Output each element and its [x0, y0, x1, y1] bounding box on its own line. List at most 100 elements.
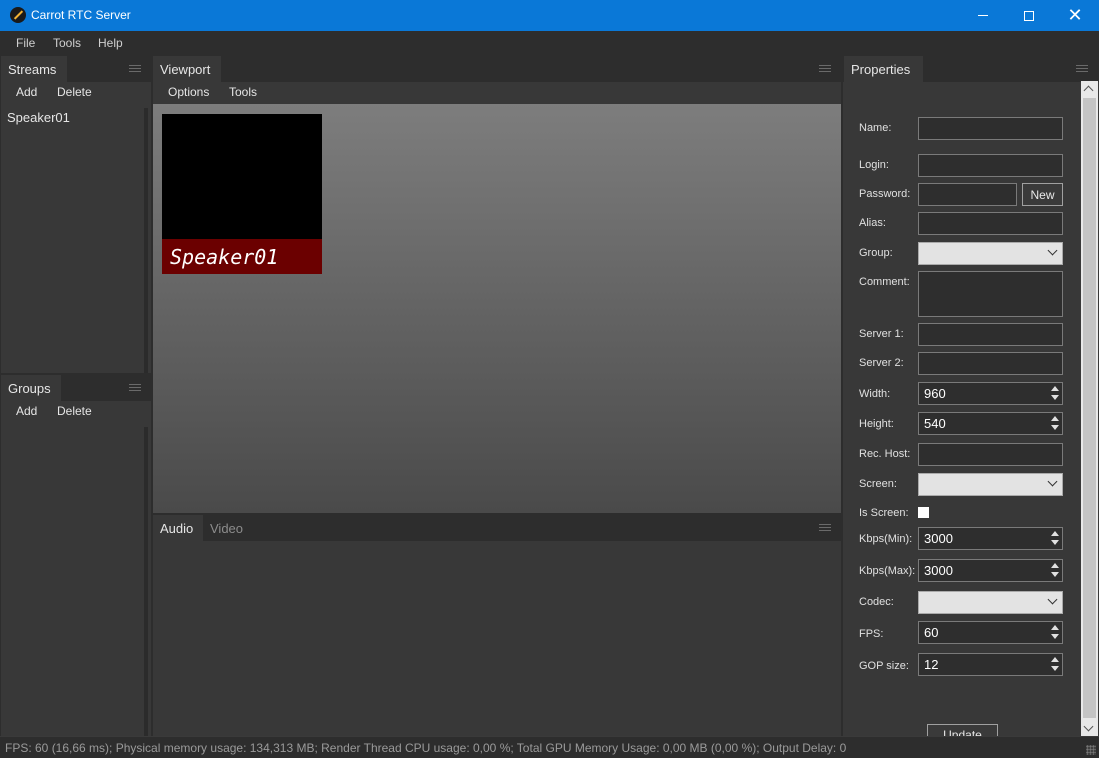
stream-list-item[interactable]: Speaker01 [7, 110, 70, 125]
fps-value: 60 [924, 625, 939, 640]
maximize-button[interactable] [1006, 0, 1052, 31]
streams-add-button[interactable]: Add [16, 85, 37, 99]
title-bar: Carrot RTC Server ✕ [0, 0, 1099, 31]
alias-field[interactable] [918, 212, 1063, 235]
menu-tools[interactable]: Tools [53, 36, 81, 50]
menu-file[interactable]: File [16, 36, 35, 50]
gop-size-stepper[interactable]: 12 [918, 653, 1063, 676]
panel-menu-icon[interactable] [819, 65, 831, 72]
spin-buttons-icon[interactable] [1049, 414, 1061, 433]
fps-stepper[interactable]: 60 [918, 621, 1063, 644]
gop-size-value: 12 [924, 657, 939, 672]
properties-scrollbar[interactable] [1081, 81, 1098, 736]
streams-panel-header: Streams [1, 56, 151, 82]
status-text: FPS: 60 (16,66 ms); Physical memory usag… [5, 741, 847, 755]
width-stepper[interactable]: 960 [918, 382, 1063, 405]
menu-help[interactable]: Help [98, 36, 123, 50]
kbps-max-stepper[interactable]: 3000 [918, 559, 1063, 582]
media-panel-header: Audio Video [153, 515, 841, 541]
comment-field[interactable] [918, 271, 1063, 317]
name-field[interactable] [918, 117, 1063, 140]
kbps-min-label: Kbps(Min): [859, 533, 913, 545]
spin-buttons-icon[interactable] [1049, 561, 1061, 580]
groups-add-button[interactable]: Add [16, 404, 37, 418]
server1-field[interactable] [918, 323, 1063, 346]
window-title: Carrot RTC Server [31, 8, 131, 22]
gop-size-label: GOP size: [859, 660, 909, 672]
groups-delete-button[interactable]: Delete [57, 404, 92, 418]
alias-label: Alias: [859, 217, 886, 229]
panel-menu-icon[interactable] [129, 384, 141, 391]
app-icon [10, 7, 26, 23]
server2-field[interactable] [918, 352, 1063, 375]
new-password-button[interactable]: New [1022, 183, 1063, 206]
rec-host-field[interactable] [918, 443, 1063, 466]
login-field[interactable] [918, 154, 1063, 177]
media-panel: Audio Video [153, 515, 841, 736]
close-icon: ✕ [1067, 5, 1083, 25]
tab-streams[interactable]: Streams [1, 56, 67, 82]
groups-scroll-track [144, 427, 148, 736]
streams-panel: Streams Add Delete Speaker01 [1, 56, 151, 373]
viewport-options-menu[interactable]: Options [168, 85, 209, 99]
screen-label: Screen: [859, 478, 897, 490]
password-field[interactable] [918, 183, 1017, 206]
chevron-down-icon [1047, 476, 1058, 487]
kbps-min-stepper[interactable]: 3000 [918, 527, 1063, 550]
menu-bar: File Tools Help [0, 31, 1099, 55]
groups-panel-header: Groups [1, 375, 151, 401]
height-label: Height: [859, 418, 894, 430]
maximize-icon [1024, 10, 1034, 21]
spin-buttons-icon[interactable] [1049, 529, 1061, 548]
tab-viewport[interactable]: Viewport [153, 56, 221, 82]
codec-label: Codec: [859, 596, 894, 608]
panel-menu-icon[interactable] [1076, 65, 1088, 72]
status-bar: FPS: 60 (16,66 ms); Physical memory usag… [0, 736, 1099, 758]
tab-audio[interactable]: Audio [153, 515, 203, 541]
resize-grip-icon[interactable] [1086, 745, 1096, 755]
rec-host-label: Rec. Host: [859, 448, 911, 460]
codec-select[interactable] [918, 591, 1063, 614]
server1-label: Server 1: [859, 328, 904, 340]
group-label: Group: [859, 247, 893, 259]
kbps-max-label: Kbps(Max): [859, 565, 916, 577]
kbps-max-value: 3000 [924, 563, 953, 578]
update-button[interactable]: Update [927, 724, 998, 736]
kbps-min-value: 3000 [924, 531, 953, 546]
comment-label: Comment: [859, 276, 910, 288]
group-select[interactable] [918, 242, 1063, 265]
fps-label: FPS: [859, 628, 884, 640]
panel-menu-icon[interactable] [129, 65, 141, 72]
height-stepper[interactable]: 540 [918, 412, 1063, 435]
tab-video[interactable]: Video [203, 515, 253, 541]
name-label: Name: [859, 122, 892, 134]
streams-scroll-track [144, 108, 148, 373]
spin-buttons-icon[interactable] [1049, 384, 1061, 403]
tab-groups[interactable]: Groups [1, 375, 61, 401]
properties-panel-header: Properties [843, 56, 1099, 82]
scroll-up-icon[interactable] [1083, 85, 1094, 96]
viewport-panel-header: Viewport [153, 56, 841, 82]
is-screen-label: Is Screen: [859, 507, 909, 519]
scroll-down-icon[interactable] [1083, 721, 1094, 732]
viewport-tools-menu[interactable]: Tools [229, 85, 257, 99]
stream-tile-label: Speaker01 [162, 239, 322, 274]
minimize-button[interactable] [960, 0, 1006, 31]
streams-delete-button[interactable]: Delete [57, 85, 92, 99]
close-button[interactable]: ✕ [1052, 0, 1098, 31]
spin-buttons-icon[interactable] [1049, 655, 1061, 674]
spin-buttons-icon[interactable] [1049, 623, 1061, 642]
width-label: Width: [859, 388, 891, 400]
groups-panel: Groups Add Delete [1, 375, 151, 736]
scrollbar-thumb[interactable] [1083, 98, 1096, 718]
panel-menu-icon[interactable] [819, 524, 831, 531]
width-value: 960 [924, 386, 946, 401]
tab-properties[interactable]: Properties [844, 56, 923, 82]
stream-tile[interactable]: Speaker01 [162, 114, 322, 274]
login-label: Login: [859, 159, 889, 171]
screen-select[interactable] [918, 473, 1063, 496]
chevron-down-icon [1047, 245, 1058, 256]
height-value: 540 [924, 416, 946, 431]
password-label: Password: [859, 188, 911, 200]
is-screen-checkbox[interactable] [918, 507, 929, 518]
